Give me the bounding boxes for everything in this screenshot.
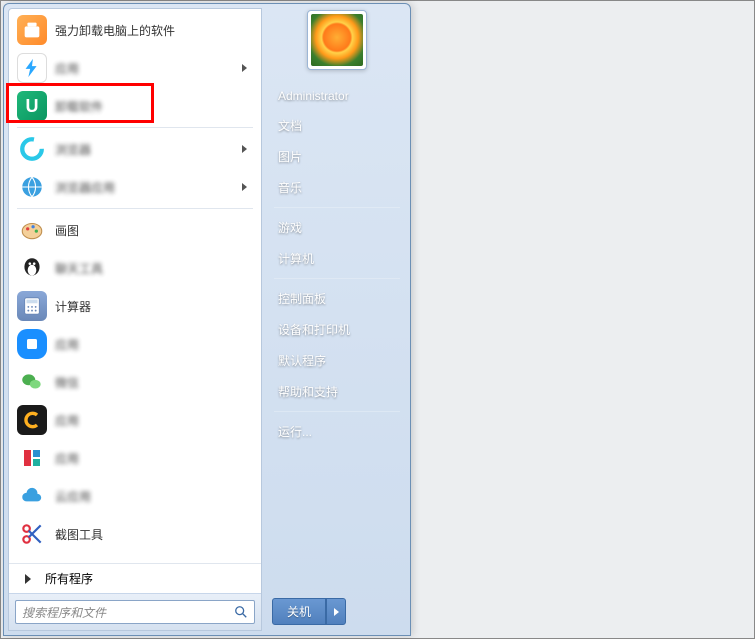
- right-panel-link[interactable]: 设备和打印机: [272, 314, 402, 345]
- search-input[interactable]: 搜索程序和文件: [15, 600, 255, 624]
- right-panel-link[interactable]: 控制面板: [272, 283, 402, 314]
- program-label: 计算器: [55, 298, 253, 315]
- separator: [274, 278, 400, 279]
- green-u-icon: U: [17, 91, 47, 121]
- separator: [274, 207, 400, 208]
- all-programs-button[interactable]: 所有程序: [9, 563, 261, 593]
- calc-icon: [17, 291, 47, 321]
- program-item[interactable]: 应用: [11, 325, 259, 363]
- separator: [17, 127, 253, 128]
- search-row: 搜索程序和文件: [9, 593, 261, 630]
- program-label: 应用: [55, 60, 242, 77]
- right-panel-link[interactable]: 图片: [272, 141, 402, 172]
- screenshot-frame: 强力卸载电脑上的软件应用U卸载软件浏览器浏览器应用画图聊天工具计算器应用微信应用…: [0, 0, 755, 639]
- right-item-user[interactable]: Administrator: [272, 82, 402, 110]
- program-label: 截图工具: [55, 526, 253, 543]
- program-item[interactable]: 应用: [11, 49, 259, 87]
- start-menu: 强力卸载电脑上的软件应用U卸载软件浏览器浏览器应用画图聊天工具计算器应用微信应用…: [3, 3, 411, 636]
- pinned-programs-list: 强力卸载电脑上的软件应用U卸载软件浏览器浏览器应用画图聊天工具计算器应用微信应用…: [9, 9, 261, 563]
- right-panel-link[interactable]: 运行...: [272, 416, 402, 447]
- program-item[interactable]: 画图: [11, 211, 259, 249]
- separator: [17, 208, 253, 209]
- right-panel-link[interactable]: 游戏: [272, 212, 402, 243]
- snip-icon: [17, 519, 47, 549]
- paint-icon: [17, 215, 47, 245]
- right-panel-link[interactable]: 音乐: [272, 172, 402, 203]
- start-menu-right-panel: Administrator 文档图片音乐 游戏计算机 控制面板设备和打印机默认程…: [262, 4, 410, 635]
- program-item[interactable]: 云应用: [11, 477, 259, 515]
- program-label: 浏览器: [55, 141, 242, 158]
- blue-bolt-icon: [17, 53, 47, 83]
- program-item[interactable]: 聊天工具: [11, 249, 259, 287]
- program-item[interactable]: 截图工具: [11, 515, 259, 553]
- all-programs-label: 所有程序: [45, 570, 93, 587]
- shutdown-button[interactable]: 关机: [272, 598, 326, 625]
- flyout-arrow-icon: [242, 64, 247, 72]
- blue-sq-icon: [17, 329, 47, 359]
- program-label: 强力卸载电脑上的软件: [55, 22, 253, 39]
- program-label: 聊天工具: [55, 260, 253, 277]
- program-label: 云应用: [55, 488, 253, 505]
- program-label: 应用: [55, 412, 253, 429]
- red-l-icon: [17, 443, 47, 473]
- program-item[interactable]: 浏览器: [11, 130, 259, 168]
- search-icon[interactable]: [232, 603, 250, 621]
- arrow-right-icon: [25, 574, 31, 584]
- right-panel-link[interactable]: 文档: [272, 110, 402, 141]
- flyout-arrow-icon: [242, 183, 247, 191]
- program-item[interactable]: 浏览器应用: [11, 168, 259, 206]
- program-item[interactable]: 应用: [11, 401, 259, 439]
- program-item[interactable]: 微信: [11, 363, 259, 401]
- program-label: 卸载软件: [55, 98, 253, 115]
- program-label: 浏览器应用: [55, 179, 242, 196]
- cloud-icon: [17, 481, 47, 511]
- user-picture-frame[interactable]: [307, 10, 367, 70]
- program-label: 画图: [55, 222, 253, 239]
- program-item[interactable]: 应用: [11, 439, 259, 477]
- right-panel-link[interactable]: 帮助和支持: [272, 376, 402, 407]
- black-c-icon: [17, 405, 47, 435]
- separator: [274, 411, 400, 412]
- program-item[interactable]: U 卸载软件: [11, 87, 259, 125]
- wechat-icon: [17, 367, 47, 397]
- orange-icon: [17, 15, 47, 45]
- cyan-c-icon: [17, 134, 47, 164]
- program-label: 微信: [55, 374, 253, 391]
- program-item[interactable]: 强力卸载电脑上的软件: [11, 11, 259, 49]
- qq-icon: [17, 253, 47, 283]
- right-panel-link[interactable]: 默认程序: [272, 345, 402, 376]
- program-item[interactable]: 计算器: [11, 287, 259, 325]
- program-label: 应用: [55, 450, 253, 467]
- user-picture-flower-icon: [311, 14, 363, 66]
- shutdown-options-arrow[interactable]: [326, 598, 346, 625]
- program-label: 应用: [55, 336, 253, 353]
- shutdown-split-button: 关机: [272, 598, 346, 625]
- start-menu-left-panel: 强力卸载电脑上的软件应用U卸载软件浏览器浏览器应用画图聊天工具计算器应用微信应用…: [8, 8, 262, 631]
- globe-icon: [17, 172, 47, 202]
- right-panel-link[interactable]: 计算机: [272, 243, 402, 274]
- search-placeholder: 搜索程序和文件: [22, 604, 232, 621]
- flyout-arrow-icon: [242, 145, 247, 153]
